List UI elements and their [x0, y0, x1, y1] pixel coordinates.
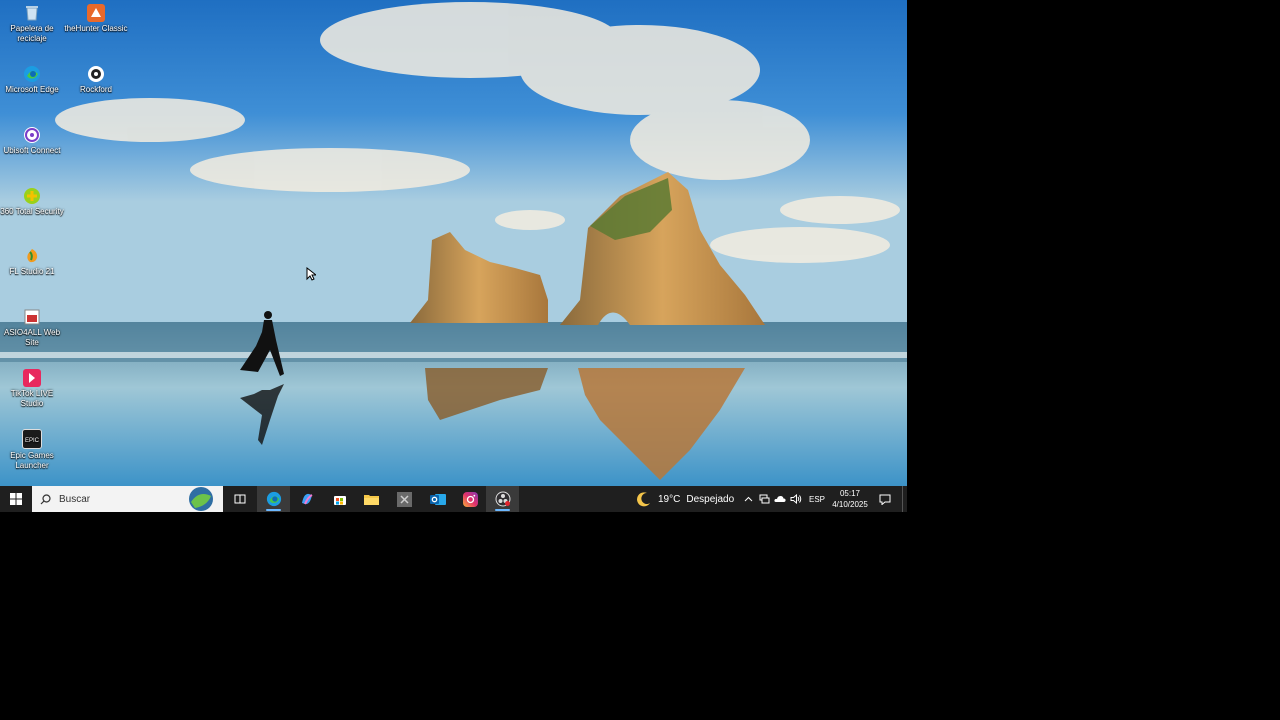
taskbar-app-button[interactable] [388, 486, 421, 512]
taskbar-obs-button[interactable] [486, 486, 519, 512]
desktop-wallpaper [0, 0, 907, 486]
task-view-button[interactable] [223, 486, 256, 512]
obs-icon [495, 491, 510, 507]
cloud-icon [774, 496, 786, 502]
taskbar-instagram-button[interactable] [454, 486, 487, 512]
taskbar-store-button[interactable] [323, 486, 356, 512]
desktop-screen: Papelera de reciclaje theHunter Classic … [0, 0, 907, 512]
thehunter-classic-shortcut[interactable]: theHunter Classic [64, 4, 128, 34]
speaker-icon [790, 494, 802, 504]
desktop-icon-label: Epic Games Launcher [10, 451, 54, 470]
taskbar-copilot-button[interactable] [290, 486, 323, 512]
weather-widget[interactable]: 19°C Despejado [636, 486, 734, 512]
ubisoft-icon [23, 126, 41, 144]
microsoft-edge-shortcut[interactable]: Microsoft Edge [0, 65, 64, 95]
network-icon [759, 494, 769, 504]
task-view-icon [234, 494, 245, 504]
asio4all-shortcut[interactable]: ASIO4ALL Web Site [0, 308, 64, 348]
taskbar-search-box[interactable]: Buscar [32, 486, 223, 512]
rockford-icon [87, 65, 105, 83]
chevron-up-icon [744, 496, 752, 502]
show-hidden-icons-button[interactable] [741, 486, 755, 512]
active-indicator [266, 509, 281, 511]
network-button[interactable] [757, 486, 771, 512]
input-language-button[interactable]: ESP [806, 486, 828, 512]
desktop-icon-label: 360 Total Security [0, 207, 64, 216]
moon-icon [637, 492, 650, 507]
clock-time: 05:17 [839, 489, 861, 498]
edge-icon [23, 65, 41, 83]
thehunter-icon [87, 4, 105, 22]
desktop-icon-label: Microsoft Edge [5, 85, 59, 94]
epic-games-launcher-shortcut[interactable]: EPIC Epic Games Launcher [0, 429, 64, 471]
tiktok-live-icon [23, 369, 41, 387]
desktop-icon-label: ASIO4ALL Web Site [3, 328, 61, 347]
app-icon [397, 491, 412, 507]
search-icon [40, 493, 51, 504]
360-security-icon [23, 187, 41, 205]
notification-center-icon [879, 494, 891, 505]
recycle-bin-shortcut[interactable]: Papelera de reciclaje [0, 4, 64, 44]
recycle-bin-icon [23, 4, 41, 22]
notifications-button[interactable] [874, 486, 896, 512]
active-indicator [495, 509, 510, 511]
desktop-icon-label: theHunter Classic [64, 24, 128, 33]
taskbar: Buscar 19°C Despejado ESP 05:17 4/10/202… [0, 486, 907, 512]
edge-icon [266, 491, 281, 507]
taskbar-outlook-button[interactable] [421, 486, 454, 512]
svg-text:EPIC: EPIC [25, 438, 40, 444]
taskbar-edge-button[interactable] [257, 486, 290, 512]
store-icon [333, 496, 346, 505]
epic-games-icon: EPIC [22, 429, 42, 449]
desktop-icon-label: FL Studio 21 [9, 267, 55, 276]
tiktok-live-studio-shortcut[interactable]: TikTok LIVE Studio [0, 369, 64, 409]
fl-studio-shortcut[interactable]: FL Studio 21 [0, 247, 64, 277]
taskbar-clock[interactable]: 05:17 4/10/2025 [828, 486, 872, 512]
fl-studio-icon [23, 247, 41, 265]
desktop-icon-label: Papelera de reciclaje [10, 24, 54, 43]
taskbar-file-explorer-button[interactable] [355, 486, 388, 512]
mouse-cursor-icon [306, 267, 316, 281]
search-placeholder: Buscar [59, 493, 91, 505]
desktop-icon-label: Rockford [79, 85, 112, 94]
start-button[interactable] [0, 486, 32, 512]
desktop-icon-label: Ubisoft Connect [3, 146, 61, 155]
volume-button[interactable] [789, 486, 803, 512]
asio4all-icon [23, 308, 41, 326]
instagram-icon [463, 491, 478, 507]
ubisoft-connect-shortcut[interactable]: Ubisoft Connect [0, 126, 64, 156]
show-desktop-button[interactable] [902, 486, 907, 512]
onedrive-button[interactable] [773, 486, 787, 512]
weather-temperature: 19°C [658, 493, 681, 505]
360-total-security-shortcut[interactable]: 360 Total Security [0, 187, 64, 217]
weather-condition: Despejado [686, 493, 735, 505]
outlook-icon [429, 493, 446, 505]
desktop-icon-label: TikTok LIVE Studio [10, 389, 54, 408]
clock-date: 4/10/2025 [832, 500, 868, 509]
copilot-icon [301, 493, 312, 505]
file-explorer-icon [364, 494, 379, 505]
windows-logo-icon [10, 493, 22, 505]
search-highlight-image-icon [189, 487, 213, 511]
rockford-shortcut[interactable]: Rockford [64, 65, 128, 95]
